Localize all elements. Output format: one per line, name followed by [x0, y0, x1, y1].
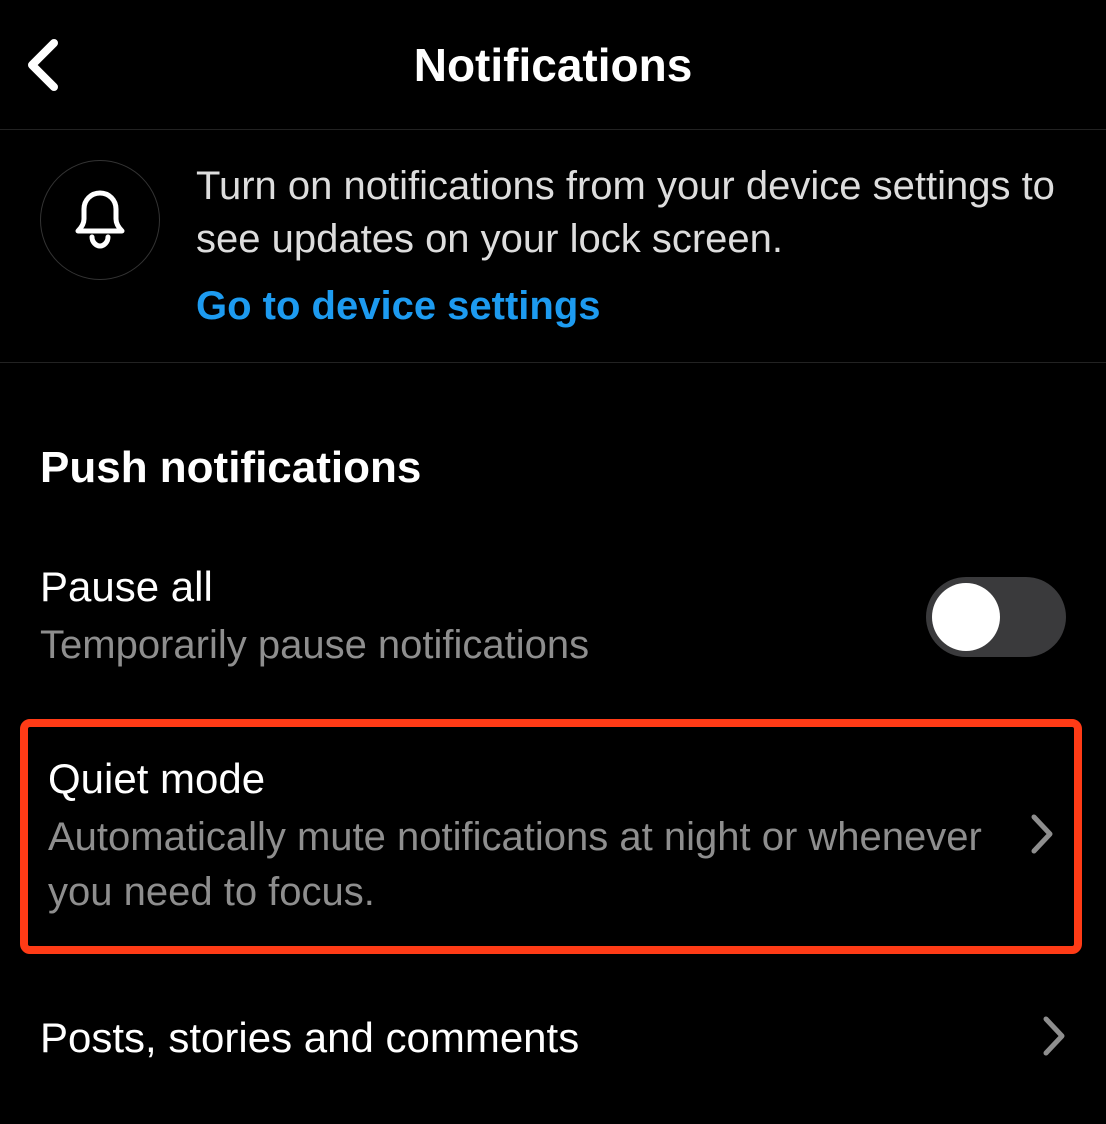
pause-all-subtitle: Temporarily pause notifications [40, 618, 926, 673]
pause-all-title: Pause all [40, 561, 926, 614]
quiet-mode-text: Quiet mode Automatically mute notificati… [48, 753, 1014, 920]
device-settings-link[interactable]: Go to device settings [196, 280, 1066, 333]
bell-icon [72, 189, 128, 251]
quiet-mode-chevron [1030, 813, 1054, 860]
quiet-mode-subtitle: Automatically mute notifications at nigh… [48, 810, 1014, 920]
pause-all-text: Pause all Temporarily pause notification… [40, 561, 926, 673]
push-notifications-section: Push notifications Pause all Temporarily… [0, 443, 1106, 1092]
quiet-mode-highlight: Quiet mode Automatically mute notificati… [20, 719, 1082, 954]
pause-all-toggle[interactable] [926, 577, 1066, 657]
posts-stories-row[interactable]: Posts, stories and comments [40, 984, 1066, 1093]
quiet-mode-title: Quiet mode [48, 753, 1014, 806]
chevron-right-icon [1030, 813, 1054, 855]
page-title: Notifications [0, 38, 1106, 92]
chevron-right-icon [1042, 1015, 1066, 1057]
banner-message: Turn on notifications from your device s… [196, 164, 1055, 261]
pause-all-row: Pause all Temporarily pause notification… [40, 533, 1066, 701]
quiet-mode-row[interactable]: Quiet mode Automatically mute notificati… [28, 753, 1054, 920]
device-settings-banner: Turn on notifications from your device s… [0, 130, 1106, 363]
posts-stories-text: Posts, stories and comments [40, 1012, 1026, 1065]
header-bar: Notifications [0, 0, 1106, 130]
chevron-left-icon [24, 37, 60, 93]
banner-text-block: Turn on notifications from your device s… [196, 160, 1066, 332]
section-title-push: Push notifications [40, 443, 1066, 493]
bell-icon-circle [40, 160, 160, 280]
back-button[interactable] [20, 43, 64, 87]
posts-stories-title: Posts, stories and comments [40, 1012, 1026, 1065]
toggle-knob [932, 583, 1000, 651]
posts-stories-chevron [1042, 1015, 1066, 1062]
